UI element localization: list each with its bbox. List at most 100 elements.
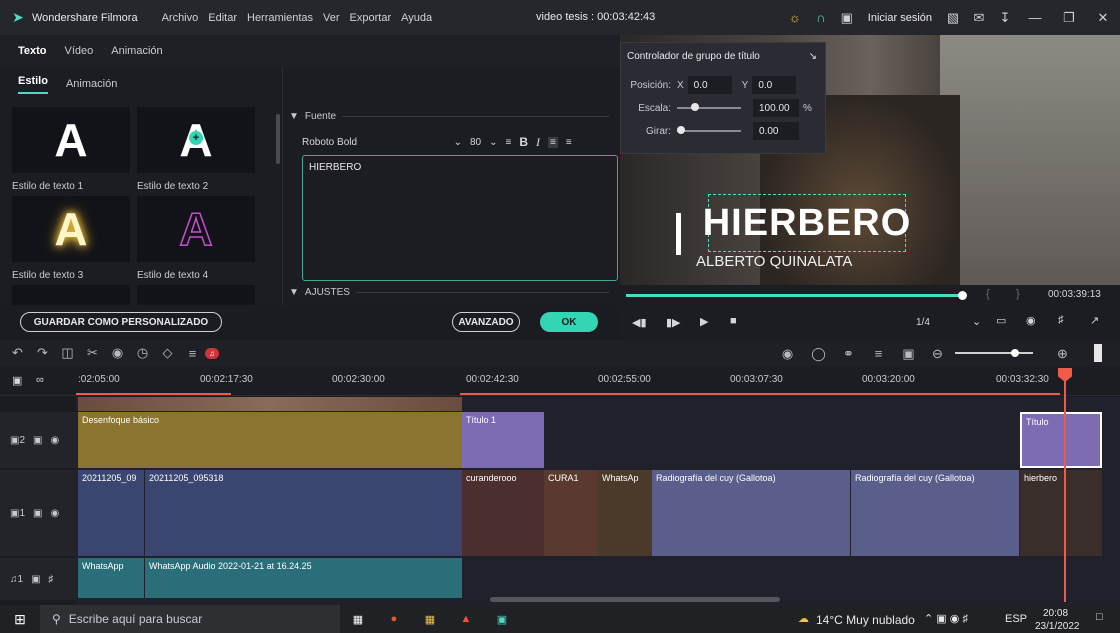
speed-icon[interactable]: ◷ [130,345,155,361]
save-custom-button[interactable]: GUARDAR COMO PERSONALIZADO [20,312,222,332]
subtab-animacion[interactable]: Animación [66,78,117,90]
gift-icon[interactable]: ▣ [834,10,860,26]
video-clip[interactable]: curanderooo [462,470,544,556]
undo-icon[interactable]: ↶ [5,345,30,361]
menu-editar[interactable]: Editar [208,12,237,24]
effect-clip[interactable]: Desenfoque básico [78,412,462,468]
menu-exportar[interactable]: Exportar [350,12,392,24]
ok-button[interactable]: OK [540,312,598,332]
signin-link[interactable]: Iniciar sesión [868,12,932,24]
style-scrollbar[interactable] [276,114,280,164]
text-style-1[interactable]: A Estilo de texto 1 [12,107,130,192]
volume-icon[interactable]: ♯ [1058,314,1064,326]
zoom-slider[interactable] [955,349,1033,357]
text-input[interactable]: HIERBERO [302,155,618,281]
italic-icon[interactable]: I [536,135,540,150]
clock-time[interactable]: 20:08 [1043,608,1068,619]
video-clip[interactable]: Radiografía del cuy (Gallotoa) [652,470,850,556]
audio-clip[interactable]: WhatsApp [78,558,144,598]
tab-video[interactable]: Vídeo [65,45,94,57]
redo-icon[interactable]: ↷ [30,345,55,361]
prev-frame-icon[interactable]: ◀▮ [632,316,647,329]
page-indicator[interactable]: 1/4 [916,317,930,328]
save-icon[interactable]: ▧ [940,10,966,26]
adjust-section-header[interactable]: ▼ AJUSTES [289,287,609,298]
eye-icon[interactable]: ◉ [50,508,59,519]
timeline-scrollbar[interactable] [490,597,780,602]
rotate-slider[interactable] [677,126,741,134]
notifications-icon[interactable]: □ [1096,611,1103,623]
adjust-icon[interactable]: ≡ [180,346,205,361]
video-clip[interactable]: WhatsAp [598,470,652,556]
chevron-down-icon[interactable]: ⌄ [972,315,981,328]
lock-icon[interactable]: ▣ [33,435,42,446]
windows-start-icon[interactable]: ⊞ [0,611,40,628]
menu-herramientas[interactable]: Herramientas [247,12,313,24]
tab-animacion[interactable]: Animación [111,45,162,57]
audio-clip[interactable]: WhatsApp Audio 2022-01-21 at 16.24.25 [145,558,462,598]
align-left-icon[interactable]: ≡ [548,136,558,148]
keyframe-icon[interactable]: ◇ [155,345,180,361]
mark-in-icon[interactable]: { [986,288,990,300]
play-slow-icon[interactable]: ▮▶ [666,316,681,329]
mix-icon[interactable]: ≡ [866,346,891,361]
taskbar-search[interactable]: ⚲ Escribe aquí para buscar [40,605,340,633]
app-icon[interactable]: ● [376,613,412,625]
eye-icon[interactable]: ◉ [50,435,59,446]
delete-icon[interactable]: ◫ [55,345,80,361]
render-icon[interactable]: ◉ [775,346,800,362]
seek-bar[interactable]: { } 00:03:39:13 [620,285,1120,305]
color-icon[interactable]: ◉ [105,345,130,361]
scale-slider[interactable] [677,103,741,111]
language-indicator[interactable]: ESP [1005,613,1027,625]
mark-out-icon[interactable]: } [1016,288,1020,300]
mic-icon[interactable]: ⚭ [836,346,861,362]
text-style-5[interactable] [12,285,130,305]
video-clip[interactable]: hierbero [1020,470,1102,556]
fullscreen-icon[interactable]: ↗ [1090,314,1099,327]
text-style-2[interactable]: A+ Estilo de texto 2 [137,107,255,192]
lock-icon[interactable]: ▣ [31,574,40,585]
text-size-icon[interactable]: ≡ [506,137,512,148]
monitor-icon[interactable]: ▭ [996,314,1006,327]
playhead[interactable] [1064,368,1066,602]
text-style-3[interactable]: A Estilo de texto 3 [12,196,130,281]
y-input[interactable]: 0.0 [752,76,797,94]
task-view-icon[interactable]: ▦ [340,613,376,626]
scale-input[interactable]: 100.00 [753,99,799,117]
speaker-icon[interactable]: ♯ [49,574,54,585]
brave-icon[interactable]: ▲ [448,613,484,625]
minimize-icon[interactable]: — [1018,10,1052,25]
video-clip[interactable]: CURA1 [544,470,598,556]
collapse-icon[interactable]: ↘ [809,51,817,62]
weather-icon[interactable]: ☁ [798,612,809,625]
x-input[interactable]: 0.0 [687,76,732,94]
tray-icons[interactable]: ⌃ ▣ ◉ ♯ [924,612,968,625]
subtab-estilo[interactable]: Estilo [18,75,48,94]
zoom-out-icon[interactable]: ⊖ [925,346,950,362]
folder-icon[interactable]: ▦ [412,613,448,626]
sun-icon[interactable]: ☼ [782,10,808,25]
filmora-task-icon[interactable]: ▣ [484,613,520,626]
font-size[interactable]: 80 [470,137,481,148]
link-icon[interactable]: ∞ [36,374,44,386]
snapshot-icon[interactable]: ▣ [896,346,921,362]
menu-archivo[interactable]: Archivo [162,12,199,24]
clock-date[interactable]: 23/1/2022 [1035,621,1080,632]
title-text-box[interactable]: HIERBERO [703,194,910,252]
lock-icon[interactable]: ▣ [33,508,42,519]
video-clip[interactable]: 20211205_095318 [145,470,462,556]
zoom-slider-knob[interactable] [1011,349,1019,357]
tab-texto[interactable]: Texto [18,45,47,57]
mail-icon[interactable]: ✉ [966,10,992,26]
menu-ayuda[interactable]: Ayuda [401,12,432,24]
video-clip[interactable]: 20211205_09 [78,470,144,556]
cut-icon[interactable]: ✂ [80,345,105,361]
chevron-down-icon[interactable]: ⌄ [489,137,497,148]
download-icon[interactable]: ↧ [992,10,1018,26]
marker-icon[interactable]: ◯ [806,346,831,362]
timeline-ruler[interactable]: ▣ ∞ :02:05:00 00:02:17:30 00:02:30:00 00… [0,366,1120,396]
headset-icon[interactable]: ∩ [808,10,834,25]
add-track-icon[interactable]: ▣ [12,374,22,387]
align-center-icon[interactable]: ≡ [566,137,572,148]
